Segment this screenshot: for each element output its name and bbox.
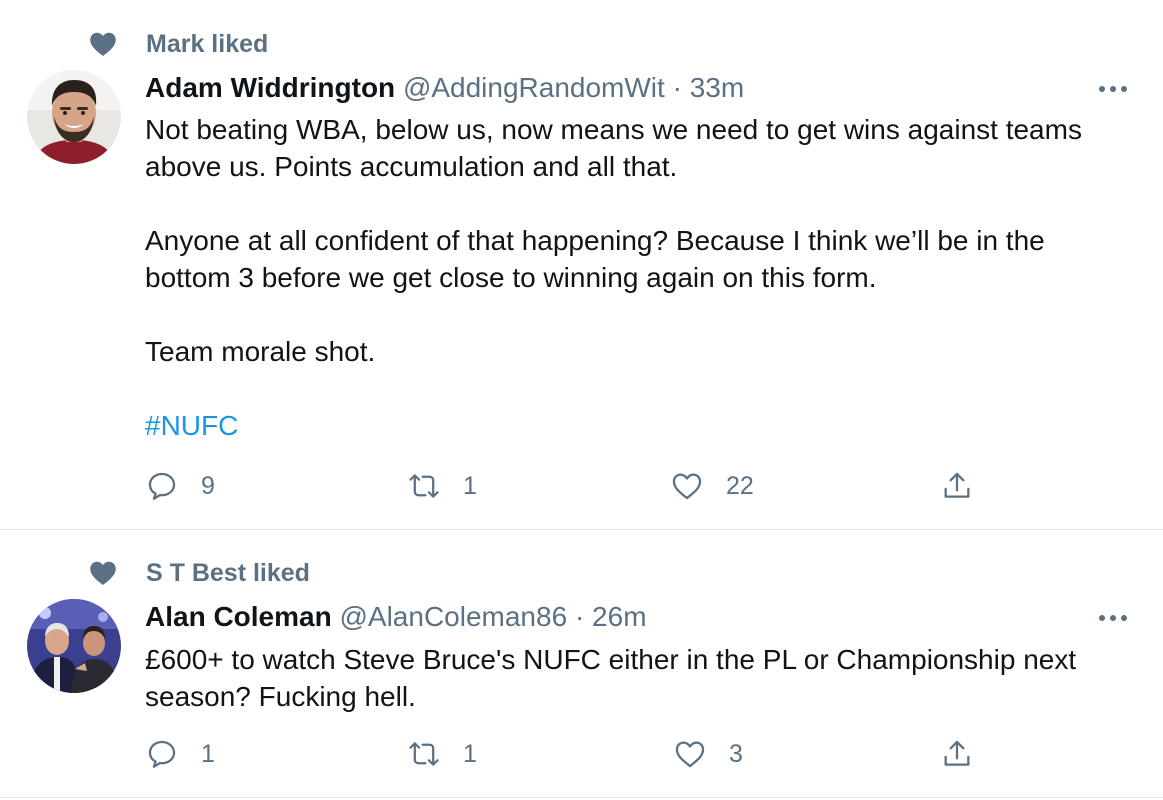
reply-button[interactable]: 1 (145, 737, 215, 771)
retweet-button[interactable]: 1 (407, 737, 477, 771)
author-name[interactable]: Adam Widdrington (145, 72, 395, 103)
retweet-icon (409, 474, 439, 498)
like-button[interactable]: 3 (673, 737, 743, 771)
tweet-paragraph: Team morale shot. (145, 336, 376, 367)
author-name[interactable]: Alan Coleman (145, 601, 332, 632)
heart-filled-icon (90, 561, 116, 585)
timestamp[interactable]: 26m (592, 601, 646, 632)
like-button[interactable]: 22 (670, 469, 754, 503)
tweet-actions: 9 1 22 (145, 469, 985, 509)
avatar-image (27, 599, 121, 693)
avatar[interactable] (27, 599, 121, 693)
avatar[interactable] (27, 70, 121, 164)
retweet-count: 1 (463, 472, 477, 500)
share-icon (944, 740, 970, 766)
like-count: 3 (729, 740, 743, 768)
reply-icon (148, 472, 176, 500)
reply-icon (148, 740, 176, 768)
reply-count: 9 (201, 472, 215, 500)
tweet[interactable]: S T Best liked Alan Coleman @AlanColeman… (0, 530, 1163, 796)
retweet-icon (409, 742, 439, 766)
tweet-text: £600+ to watch Steve Bruce's NUFC either… (145, 641, 1135, 715)
reply-button[interactable]: 9 (145, 469, 215, 503)
tweet-paragraph: £600+ to watch Steve Bruce's NUFC either… (145, 644, 1077, 712)
social-context-text[interactable]: Mark liked (146, 29, 268, 59)
social-context: S T Best liked (86, 558, 310, 588)
retweet-button[interactable]: 1 (407, 469, 477, 503)
social-context: Mark liked (86, 29, 268, 59)
tweet-text: Not beating WBA, below us, now means we … (145, 111, 1135, 444)
like-count: 22 (726, 472, 754, 500)
separator: · (672, 72, 682, 103)
like-icon (675, 741, 705, 768)
author-handle[interactable]: @AddingRandomWit (403, 72, 665, 103)
tweet-divider (0, 797, 1163, 798)
hashtag-link[interactable]: #NUFC (145, 407, 1135, 444)
reply-count: 1 (201, 740, 215, 768)
like-icon (672, 473, 702, 500)
share-button[interactable] (940, 469, 974, 503)
timestamp[interactable]: 33m (690, 72, 744, 103)
tweet-actions: 1 1 3 (145, 737, 985, 777)
avatar-image (27, 70, 121, 164)
tweet-paragraph: Anyone at all confident of that happenin… (145, 225, 1045, 293)
more-icon[interactable] (1099, 615, 1127, 621)
heart-filled-icon (90, 32, 116, 56)
retweet-count: 1 (463, 740, 477, 768)
share-icon (944, 472, 970, 498)
tweet-header: Adam Widdrington @AddingRandomWit · 33m (145, 70, 744, 106)
tweet-header: Alan Coleman @AlanColeman86 · 26m (145, 599, 647, 635)
author-handle[interactable]: @AlanColeman86 (339, 601, 567, 632)
tweet-paragraph: Not beating WBA, below us, now means we … (145, 114, 1082, 182)
share-button[interactable] (940, 737, 974, 771)
social-context-text[interactable]: S T Best liked (146, 558, 310, 588)
tweet[interactable]: Mark liked Adam Widdrington @AddingRando… (0, 0, 1163, 529)
more-icon[interactable] (1099, 86, 1127, 92)
separator: · (574, 601, 585, 632)
